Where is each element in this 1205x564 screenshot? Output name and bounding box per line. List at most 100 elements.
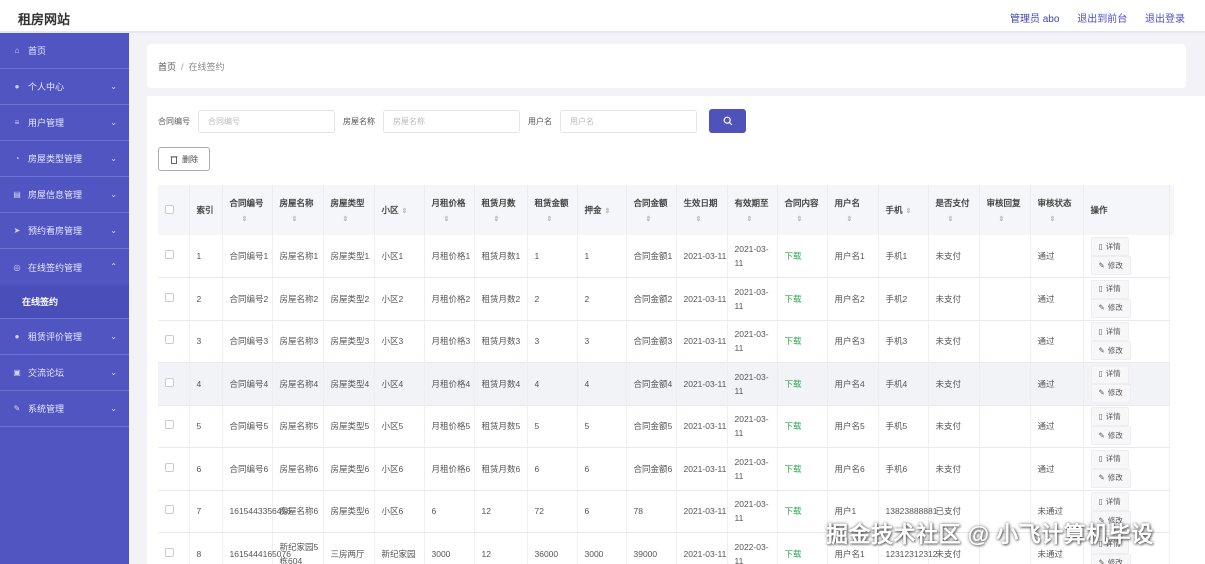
house-name-input[interactable]: 房屋名称	[383, 109, 520, 133]
column-header[interactable]: 手机 ⇕	[878, 185, 929, 235]
column-header[interactable]: 房屋类型 ⇕	[323, 185, 375, 235]
sort-icon[interactable]: ⇕	[785, 215, 827, 223]
sort-icon[interactable]: ⇕	[230, 215, 272, 223]
sort-icon[interactable]: ⇕	[987, 215, 1030, 223]
sort-icon[interactable]: ⇕	[280, 215, 323, 223]
sort-icon[interactable]: ⇕	[835, 215, 878, 223]
column-header[interactable]: 合同内容 ⇕	[777, 185, 828, 235]
table-cell: 租赁月数6	[474, 447, 528, 491]
detail-button[interactable]: ▯ 详情	[1090, 279, 1129, 299]
row-checkbox[interactable]	[165, 547, 174, 557]
download-link[interactable]: 下载	[777, 490, 828, 533]
edit-button[interactable]: ✎ 修改	[1090, 553, 1131, 564]
sort-icon[interactable]: ⇕	[936, 215, 979, 223]
column-header[interactable]: 用户名 ⇕	[827, 185, 879, 235]
sort-icon[interactable]: ⇕	[482, 215, 527, 223]
contract-no-input[interactable]: 合同编号	[198, 109, 335, 133]
sidebar-item[interactable]: ≡ 用户管理 ⌄	[0, 105, 129, 141]
detail-icon: ▯	[1098, 241, 1103, 251]
detail-button[interactable]: ▯ 详情	[1090, 322, 1129, 342]
row-checkbox[interactable]	[165, 377, 174, 387]
breadcrumb-home[interactable]: 首页	[158, 62, 176, 72]
sidebar-item[interactable]: ➤ 预约看房管理 ⌄	[0, 213, 129, 249]
column-header[interactable]: 有效期至 ⇕	[727, 185, 778, 235]
edit-button[interactable]: ✎ 修改	[1090, 468, 1131, 488]
column-header[interactable]: 合同编号 ⇕	[222, 185, 273, 235]
sort-icon[interactable]: ⇕	[432, 215, 474, 223]
sidebar-item[interactable]: ▤ 房屋信息管理 ⌄	[0, 177, 129, 213]
download-link[interactable]: 下载	[777, 235, 828, 278]
download-link[interactable]: 下载	[777, 405, 828, 448]
column-header[interactable]: 审核回复 ⇕	[979, 185, 1031, 235]
download-link[interactable]: 下载	[777, 532, 828, 564]
sort-icon[interactable]: ⇕	[634, 215, 676, 223]
edit-button[interactable]: ✎ 修改	[1090, 383, 1131, 403]
sort-icon[interactable]: ⇕	[605, 208, 611, 215]
table-row[interactable]: 6 合同编号6 房屋名称6 房屋类型6 小区6 月租价格6 租赁月数6 6 6 合同金额6 2021…	[158, 447, 1174, 491]
download-link[interactable]: 下载	[777, 362, 828, 406]
download-link[interactable]: 下载	[777, 447, 828, 491]
username-input[interactable]: 用户名	[560, 109, 697, 133]
table-row[interactable]: 5 合同编号5 房屋名称5 房屋类型5 小区5 月租价格5 租赁月数5 5 5 合同金额5 2021…	[158, 405, 1174, 448]
row-checkbox[interactable]	[165, 335, 174, 345]
edit-button[interactable]: ✎ 修改	[1090, 298, 1131, 318]
column-header-overflow	[1169, 185, 1174, 235]
sidebar-item[interactable]: ● 个人中心 ⌄	[0, 69, 129, 105]
table-row[interactable]: 2 合同编号2 房屋名称2 房屋类型2 小区2 月租价格2 租赁月数2 2 2 合同金额2 2021…	[158, 277, 1174, 321]
column-header[interactable]: 小区 ⇕	[374, 185, 425, 235]
column-header[interactable]: 租赁金额 ⇕	[527, 185, 578, 235]
table-row[interactable]: 1 合同编号1 房屋名称1 房屋类型1 小区1 月租价格1 租赁月数1 1 1 合同金额1 2021…	[158, 235, 1174, 278]
detail-icon: ▯	[1098, 284, 1103, 294]
detail-button[interactable]: ▯ 详情	[1090, 492, 1129, 512]
table-cell: 2021-03-11	[676, 362, 728, 406]
download-link[interactable]: 下载	[777, 277, 828, 321]
column-header[interactable]: 租赁月数 ⇕	[474, 185, 528, 235]
column-header[interactable]: 房屋名称 ⇕	[272, 185, 324, 235]
table-row[interactable]: 4 合同编号4 房屋名称4 房屋类型4 小区4 月租价格4 租赁月数4 4 4 合同金额4 2021…	[158, 362, 1174, 406]
detail-icon: ▯	[1098, 369, 1103, 379]
sort-icon[interactable]: ⇕	[535, 215, 577, 223]
column-header[interactable]: 审核状态 ⇕	[1030, 185, 1084, 235]
row-checkbox[interactable]	[165, 292, 174, 302]
search-button[interactable]	[709, 109, 746, 133]
sidebar-subitem-online-contract[interactable]: 在线签约	[0, 285, 129, 319]
back-to-front-link[interactable]: 退出到前台	[1077, 14, 1127, 25]
table-cell: 房屋类型1	[323, 235, 375, 278]
edit-button[interactable]: ✎ 修改	[1090, 426, 1131, 446]
column-header[interactable]: 是否支付 ⇕	[928, 185, 980, 235]
sort-icon[interactable]: ⇕	[735, 215, 777, 223]
detail-button[interactable]: ▯ 详情	[1090, 407, 1129, 427]
column-header[interactable]: 押金 ⇕	[577, 185, 627, 235]
sort-icon[interactable]: ⇕	[331, 215, 374, 223]
edit-button[interactable]: ✎ 修改	[1090, 256, 1131, 275]
detail-button[interactable]: ▯ 详情	[1090, 237, 1129, 256]
table-cell: 合同编号6	[222, 447, 273, 491]
logout-link[interactable]: 退出登录	[1145, 14, 1185, 25]
sort-icon[interactable]: ⇕	[402, 208, 408, 215]
edit-button[interactable]: ✎ 修改	[1090, 341, 1131, 361]
detail-button[interactable]: ▯ 详情	[1090, 364, 1129, 384]
table-cell: 6	[577, 490, 627, 533]
sidebar-item[interactable]: ✎ 系统管理 ⌄	[0, 391, 129, 427]
sidebar-item[interactable]: ◎ 在线签约管理 ⌃	[0, 249, 129, 285]
column-header[interactable]: 生效日期 ⇕	[676, 185, 728, 235]
sort-icon[interactable]: ⇕	[684, 215, 727, 223]
row-checkbox[interactable]	[165, 505, 174, 515]
row-checkbox[interactable]	[165, 420, 174, 430]
select-all-checkbox[interactable]	[165, 204, 174, 214]
admin-label[interactable]: 管理员 abo	[1010, 14, 1059, 25]
detail-button[interactable]: ▯ 详情	[1090, 449, 1129, 469]
sort-icon[interactable]: ⇕	[906, 208, 912, 215]
table-row[interactable]: 3 合同编号3 房屋名称3 房屋类型3 小区3 月租价格3 租赁月数3 3 3 合同金额3 2021…	[158, 320, 1174, 363]
sidebar-item[interactable]: ◔ 房屋类型管理 ⌄	[0, 141, 129, 177]
row-checkbox[interactable]	[165, 250, 174, 259]
sort-icon[interactable]: ⇕	[1038, 215, 1083, 223]
row-checkbox[interactable]	[165, 462, 174, 472]
sidebar-item[interactable]: ⌂ 首页	[0, 33, 129, 69]
sidebar-item[interactable]: ▣ 交流论坛 ⌄	[0, 355, 129, 391]
column-header[interactable]: 合同金额 ⇕	[626, 185, 677, 235]
download-link[interactable]: 下载	[777, 320, 828, 363]
column-header[interactable]: 月租价格 ⇕	[424, 185, 475, 235]
delete-button[interactable]: 删除	[158, 147, 210, 171]
sidebar-item[interactable]: ● 租赁评价管理 ⌄	[0, 319, 129, 355]
